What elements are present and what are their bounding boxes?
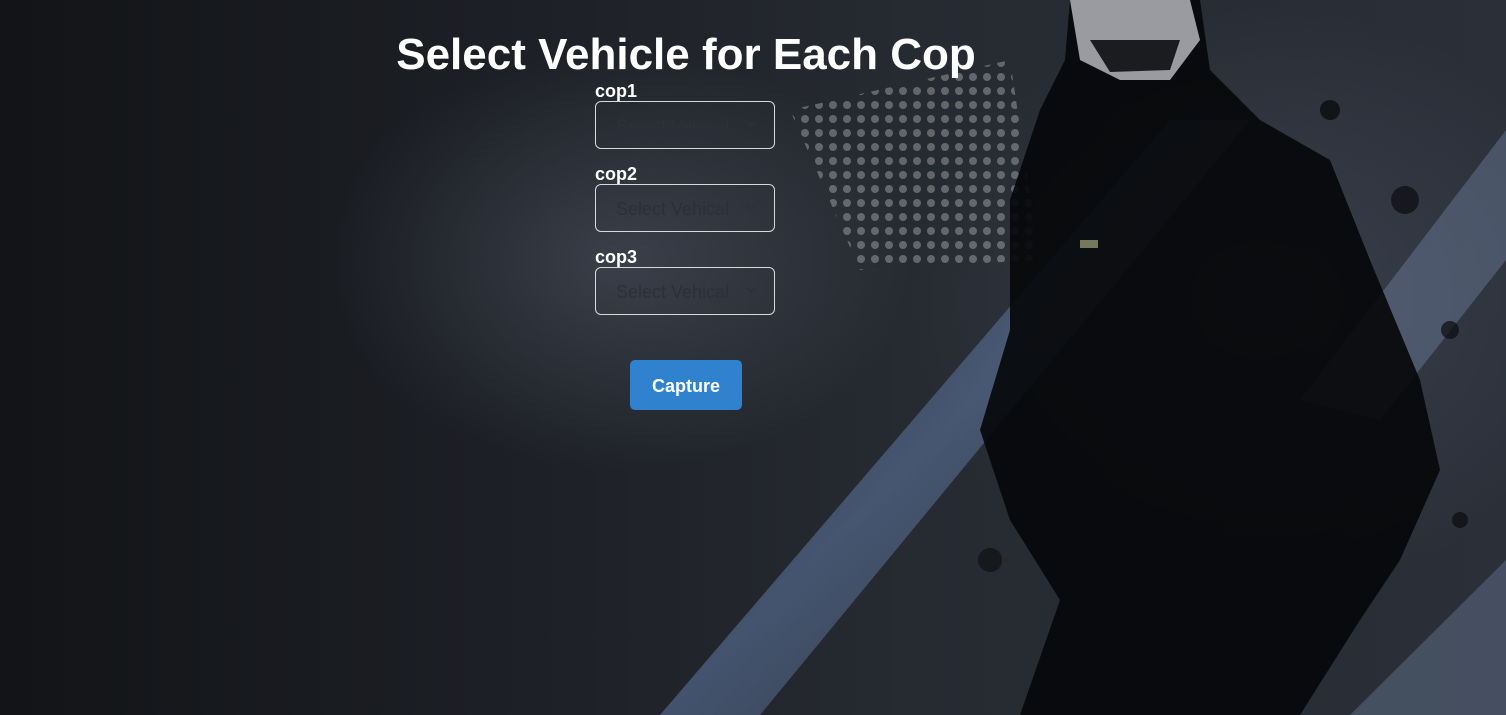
cop2-field: cop2 Select Vehical [595,163,777,232]
cop1-label: cop1 [595,81,638,101]
cop3-field: cop3 Select Vehical [595,246,777,315]
capture-button[interactable]: Capture [630,360,742,410]
cop3-select-placeholder: Select Vehical [616,282,730,302]
chevron-down-icon [746,287,756,294]
cop3-label: cop3 [595,247,638,267]
cop3-vehicle-select[interactable]: Select Vehical [595,267,775,315]
chevron-down-icon [746,204,756,211]
cop1-field: cop1 Select Vehical [595,80,777,149]
cop1-vehicle-select[interactable]: Select Vehical [595,101,775,149]
page-title: Select Vehicle for Each Cop [396,30,976,80]
cop2-vehicle-select[interactable]: Select Vehical [595,184,775,232]
cop2-label: cop2 [595,164,638,184]
chevron-down-icon [746,121,756,128]
page: Select Vehicle for Each Cop cop1 Select … [0,0,1506,715]
cop1-select-placeholder: Select Vehical [616,116,730,136]
cop2-select-placeholder: Select Vehical [616,199,730,219]
cop-vehicle-form: cop1 Select Vehical cop2 Select Vehical … [595,80,777,329]
